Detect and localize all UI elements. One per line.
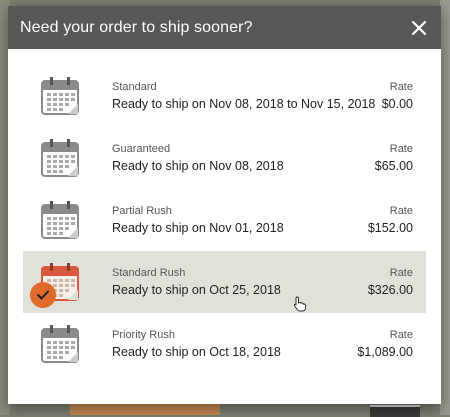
selected-check-badge <box>30 282 56 308</box>
rate-value: $152.00 <box>367 221 413 235</box>
option-description: Ready to ship on Nov 08, 2018 to Nov 15,… <box>112 97 376 111</box>
calendar-icon-svg <box>41 201 79 239</box>
modal-header: Need your order to ship sooner? <box>8 6 441 49</box>
option-name: Standard <box>112 81 157 93</box>
rate-value: $1,089.00 <box>357 345 413 359</box>
option-name: Guaranteed <box>112 143 171 155</box>
option-description: Ready to ship on Oct 18, 2018 <box>112 345 281 359</box>
shipping-option-standard[interactable]: Standard Ready to ship on Nov 08, 2018 t… <box>23 65 426 127</box>
calendar-icon <box>40 76 80 116</box>
calendar-icon <box>40 324 80 364</box>
calendar-icon <box>30 262 80 308</box>
rate-value: $65.00 <box>374 159 413 173</box>
rate-label: Rate <box>389 267 413 279</box>
ship-sooner-modal: Need your order to ship sooner? Standard… <box>8 6 441 404</box>
checkmark-icon <box>37 290 49 300</box>
option-description: Ready to ship on Oct 25, 2018 <box>112 283 281 297</box>
option-name: Standard Rush <box>112 267 186 279</box>
close-button[interactable] <box>409 18 429 38</box>
rate-label: Rate <box>389 329 413 341</box>
option-name: Partial Rush <box>112 205 172 217</box>
option-name: Priority Rush <box>112 329 175 341</box>
background-page-right <box>440 0 450 415</box>
calendar-icon-svg <box>41 325 79 363</box>
option-description: Ready to ship on Nov 08, 2018 <box>112 159 284 173</box>
mouse-pointer-icon <box>293 296 306 312</box>
calendar-icon <box>40 200 80 240</box>
shipping-option-partial-rush[interactable]: Partial Rush Ready to ship on Nov 01, 20… <box>23 189 426 251</box>
calendar-icon-svg <box>41 77 79 115</box>
rate-label: Rate <box>389 205 413 217</box>
shipping-option-priority-rush[interactable]: Priority Rush Ready to ship on Oct 18, 2… <box>23 313 426 375</box>
shipping-option-standard-rush[interactable]: Standard Rush Ready to ship on Oct 25, 2… <box>23 251 426 313</box>
shipping-option-guaranteed[interactable]: Guaranteed Ready to ship on Nov 08, 2018… <box>23 127 426 189</box>
rate-value: $0.00 <box>381 97 413 111</box>
option-description: Ready to ship on Nov 01, 2018 <box>112 221 284 235</box>
rate-value: $326.00 <box>367 283 413 297</box>
modal-title: Need your order to ship sooner? <box>20 18 253 36</box>
rate-label: Rate <box>389 81 413 93</box>
shipping-options-list: Standard Ready to ship on Nov 08, 2018 t… <box>23 65 426 375</box>
calendar-icon <box>40 138 80 178</box>
close-icon <box>412 20 426 35</box>
calendar-icon-svg <box>41 139 79 177</box>
background-bottom-button <box>370 405 420 417</box>
rate-label: Rate <box>389 143 413 155</box>
